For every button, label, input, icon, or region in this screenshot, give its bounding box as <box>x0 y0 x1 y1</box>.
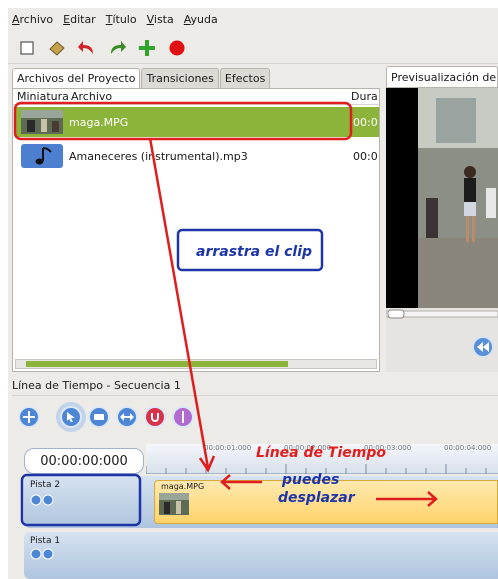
tab-archivos-proyecto[interactable]: Archivos del Proyecto <box>12 68 141 88</box>
video-frame <box>386 88 498 308</box>
add-clip-button[interactable] <box>136 37 158 59</box>
audio-file-icon <box>21 144 63 168</box>
add-track-button[interactable] <box>18 406 40 428</box>
horizontal-scrollbar[interactable] <box>15 359 377 369</box>
timecode-display: 00:00:00:000 <box>24 448 144 474</box>
record-button[interactable] <box>166 37 188 59</box>
razor-icon <box>94 414 104 420</box>
menu-titulo[interactable]: Título <box>106 13 137 26</box>
menu-editar[interactable]: Editar <box>63 13 96 26</box>
razor-tool-button[interactable] <box>88 406 110 428</box>
undo-icon <box>78 40 93 54</box>
track-name: Pista 1 <box>30 536 61 546</box>
plus-icon <box>23 411 35 423</box>
annotation-drag: arrastra el clip <box>196 244 313 260</box>
record-icon <box>169 40 185 55</box>
project-tabs: Archivos del Proyecto Transiciones Efect… <box>12 66 382 88</box>
column-archivo[interactable]: Archivo <box>71 90 112 103</box>
marker-tool-button[interactable] <box>172 406 194 428</box>
tab-efectos[interactable]: Efectos <box>219 68 271 88</box>
resize-tool-button[interactable] <box>116 406 138 428</box>
clip-thumbnail <box>159 493 189 515</box>
menu-archivo[interactable]: Archivo <box>12 13 53 26</box>
file-list: Miniatura Archivo Dura maga.MPG 00:0 Ama… <box>12 88 380 372</box>
clip-name: maga.MPG <box>161 482 205 491</box>
undo-button[interactable] <box>76 37 98 59</box>
rewind-button[interactable] <box>472 336 494 358</box>
timeline-toolbar <box>8 398 498 436</box>
rewind-icon <box>477 342 489 352</box>
new-project-icon <box>20 40 34 55</box>
scrollbar-thumb[interactable] <box>26 361 288 367</box>
redo-button[interactable] <box>106 37 128 59</box>
track-header: Pista 2 <box>24 476 144 528</box>
annotation-timeline: Línea de Tiempo <box>256 445 386 461</box>
file-duration: 00:0 <box>353 149 378 163</box>
track-name: Pista 2 <box>30 480 61 490</box>
file-list-header: Miniatura Archivo Dura <box>13 89 379 105</box>
track-visibility-icons[interactable] <box>30 548 60 560</box>
timeline-title: Línea de Tiempo - Secuencia 1 <box>12 376 498 396</box>
project-files-panel: Archivos del Proyecto Transiciones Efect… <box>12 66 382 372</box>
track-pista-1[interactable]: Pista 1 <box>24 532 498 579</box>
file-name: maga.MPG <box>69 115 129 129</box>
tab-previsualizacion[interactable]: Previsualización de v <box>386 66 498 88</box>
snap-tool-button[interactable] <box>144 406 166 428</box>
column-miniatura[interactable]: Miniatura <box>17 90 69 103</box>
video-preview <box>386 88 498 308</box>
menu-vista[interactable]: Vista <box>147 13 174 26</box>
annotation-move-2: desplazar <box>278 490 355 506</box>
redo-icon <box>111 40 126 54</box>
select-tool-button[interactable] <box>60 406 82 428</box>
marker-icon <box>182 411 184 423</box>
file-duration: 00:0 <box>353 115 378 129</box>
file-row-maga[interactable]: maga.MPG 00:0 <box>15 107 379 137</box>
preview-controls <box>385 308 498 372</box>
open-project-button[interactable] <box>46 37 68 59</box>
add-clip-icon <box>139 39 155 56</box>
column-duracion[interactable]: Dura <box>351 90 378 103</box>
open-project-icon <box>49 40 65 56</box>
preview-panel: Previsualización de v <box>385 66 498 372</box>
file-row-amaneceres[interactable]: Amaneceres (instrumental).mp3 00:0 <box>15 141 379 171</box>
annotation-move-1: puedes <box>282 472 340 488</box>
main-toolbar <box>8 32 498 64</box>
new-project-button[interactable] <box>16 37 38 59</box>
menubar: Archivo Editar Título Vista Ayuda <box>8 8 498 30</box>
resize-icon <box>120 413 134 421</box>
track-header: Pista 1 <box>24 532 144 579</box>
menu-ayuda[interactable]: Ayuda <box>184 13 218 26</box>
tab-transiciones[interactable]: Transiciones <box>141 68 219 88</box>
file-name: Amaneceres (instrumental).mp3 <box>69 149 248 163</box>
magnet-icon <box>151 413 159 422</box>
pointer-icon <box>67 412 75 422</box>
track-visibility-icons[interactable] <box>30 494 60 506</box>
openshot-window: Archivo Editar Título Vista Ayuda Archiv… <box>8 8 498 579</box>
track-pista-2[interactable]: Pista 2 maga.MPG <box>24 476 498 528</box>
page-margin <box>0 0 8 579</box>
video-thumbnail <box>21 110 63 134</box>
